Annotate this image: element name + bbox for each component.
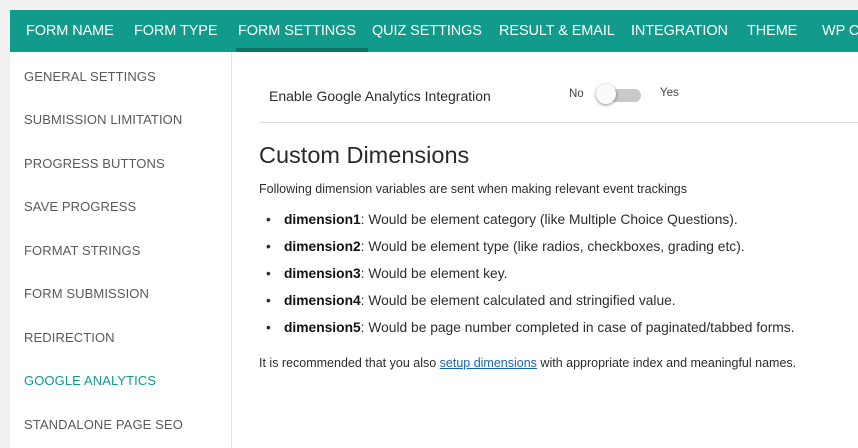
divider: [259, 122, 858, 123]
top-tab-bar: FORM NAME FORM TYPE FORM SETTINGS QUIZ S…: [10, 10, 858, 52]
tab-form-type[interactable]: FORM TYPE: [134, 10, 218, 52]
toggle-knob[interactable]: [596, 84, 616, 104]
settings-sidebar: GENERAL SETTINGS SUBMISSION LIMITATION P…: [10, 52, 232, 448]
toggle-off-label: No: [569, 88, 584, 100]
toggle-on-label: Yes: [660, 87, 679, 99]
dimension-name: dimension2: [284, 239, 361, 254]
sidebar-item-standalone-page-seo[interactable]: STANDALONE PAGE SEO: [24, 417, 183, 432]
main-content: Enable Google Analytics Integration No Y…: [232, 52, 858, 448]
sidebar-item-google-analytics[interactable]: GOOGLE ANALYTICS: [24, 373, 156, 388]
sidebar-item-save-progress[interactable]: SAVE PROGRESS: [24, 199, 136, 214]
section-intro: Following dimension variables are sent w…: [259, 182, 687, 196]
sidebar-item-form-submission[interactable]: FORM SUBMISSION: [24, 286, 149, 301]
tab-form-settings[interactable]: FORM SETTINGS: [238, 10, 356, 52]
dimension-name: dimension4: [284, 293, 361, 308]
dimension-desc: : Would be page number completed in case…: [360, 320, 795, 335]
dimension-desc: : Would be element type (like radios, ch…: [360, 239, 745, 254]
sidebar-item-general-settings[interactable]: GENERAL SETTINGS: [24, 69, 156, 84]
note-text-after: with appropriate index and meaningful na…: [536, 356, 797, 370]
note-text-before: It is recommended that you also: [259, 356, 440, 370]
dimension-name: dimension1: [284, 212, 361, 227]
sidebar-item-submission-limitation[interactable]: SUBMISSION LIMITATION: [24, 112, 182, 127]
tab-integration[interactable]: INTEGRATION: [631, 10, 728, 52]
sidebar-item-redirection[interactable]: REDIRECTION: [24, 330, 115, 345]
bullet-icon: •: [266, 212, 271, 227]
bullet-icon: •: [266, 320, 271, 335]
tab-wp-core[interactable]: WP CO: [822, 10, 858, 52]
tab-theme[interactable]: THEME: [747, 10, 797, 52]
dimension-name: dimension5: [284, 320, 361, 335]
sidebar-item-format-strings[interactable]: FORMAT STRINGS: [24, 243, 140, 258]
analytics-toggle[interactable]: [596, 84, 642, 104]
dimension-desc: : Would be element calculated and string…: [360, 293, 676, 308]
sidebar-item-progress-buttons[interactable]: PROGRESS BUTTONS: [24, 156, 165, 171]
dimension-desc: : Would be element key.: [360, 266, 508, 281]
section-heading: Custom Dimensions: [259, 142, 470, 168]
tab-result-email[interactable]: RESULT & EMAIL: [499, 10, 615, 52]
bullet-icon: •: [266, 266, 271, 281]
bullet-icon: •: [266, 239, 271, 254]
analytics-toggle-label: Enable Google Analytics Integration: [269, 88, 491, 104]
settings-panel: GENERAL SETTINGS SUBMISSION LIMITATION P…: [10, 52, 858, 448]
recommendation-note: It is recommended that you also setup di…: [259, 356, 796, 370]
bullet-icon: •: [266, 293, 271, 308]
tab-quiz-settings[interactable]: QUIZ SETTINGS: [372, 10, 482, 52]
tab-form-name[interactable]: FORM NAME: [26, 10, 114, 52]
dimension-name: dimension3: [284, 266, 361, 281]
dimension-desc: : Would be element category (like Multip…: [360, 212, 738, 227]
setup-dimensions-link[interactable]: setup dimensions: [440, 356, 537, 370]
